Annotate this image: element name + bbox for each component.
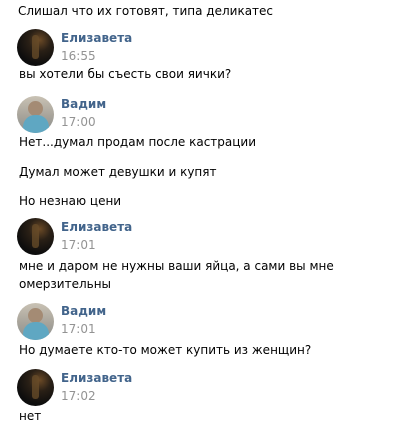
- author-name[interactable]: Елизавета: [61, 220, 132, 235]
- author-name[interactable]: Вадим: [61, 97, 106, 112]
- chat-history: Слишал что их готовят, типа деликатес Ел…: [0, 0, 406, 430]
- message-text: мне и даром не нужны ваши яйца, а сами в…: [19, 259, 334, 273]
- avatar-vadim[interactable]: [17, 303, 54, 340]
- message-text: Думал может девушки и купят: [19, 165, 217, 179]
- message-text: вы хотели бы съесть свои яички?: [19, 67, 232, 81]
- message-text: Нет...думал продам после кастрации: [19, 135, 257, 149]
- author-name[interactable]: Елизавета: [61, 371, 132, 386]
- message-timestamp: 17:00: [61, 115, 96, 129]
- message-timestamp: 16:55: [61, 49, 96, 63]
- message-timestamp: 17:02: [61, 389, 96, 403]
- message-timestamp: 17:01: [61, 322, 96, 336]
- message-text: Но думаете кто-то может купить из женщин…: [19, 343, 312, 357]
- message-text: омерзительны: [19, 277, 112, 291]
- message-text: Но незнаю цени: [19, 194, 122, 208]
- avatar-elizaveta[interactable]: [17, 29, 54, 66]
- message-timestamp: 17:01: [61, 238, 96, 252]
- message-text: нет: [19, 409, 42, 423]
- author-name[interactable]: Елизавета: [61, 31, 132, 46]
- avatar-vadim[interactable]: [17, 96, 54, 133]
- author-name[interactable]: Вадим: [61, 304, 106, 319]
- avatar-elizaveta[interactable]: [17, 218, 54, 255]
- avatar-elizaveta[interactable]: [17, 369, 54, 406]
- message-text: Слишал что их готовят, типа деликатес: [18, 4, 274, 18]
